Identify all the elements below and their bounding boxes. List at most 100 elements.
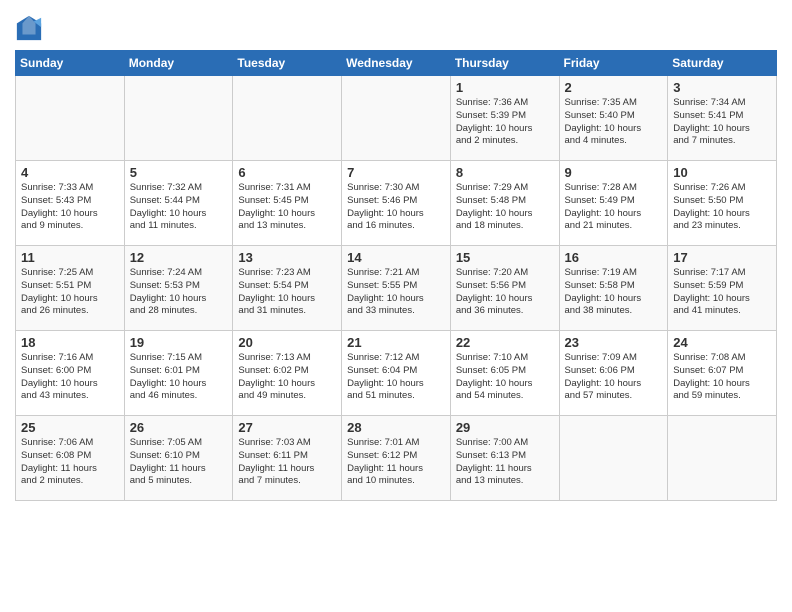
- day-number: 11: [21, 250, 119, 265]
- day-info: Sunrise: 7:24 AM Sunset: 5:53 PM Dayligh…: [130, 267, 228, 318]
- day-info: Sunrise: 7:09 AM Sunset: 6:06 PM Dayligh…: [565, 352, 663, 403]
- calendar-cell: 5 Sunrise: 7:32 AM Sunset: 5:44 PM Daylig…: [124, 161, 233, 246]
- calendar-cell: 21 Sunrise: 7:12 AM Sunset: 6:04 PM Dayli…: [342, 331, 451, 416]
- calendar-cell: 4 Sunrise: 7:33 AM Sunset: 5:43 PM Daylig…: [16, 161, 125, 246]
- calendar-cell: 14 Sunrise: 7:21 AM Sunset: 5:55 PM Dayli…: [342, 246, 451, 331]
- calendar-body: 1 Sunrise: 7:36 AM Sunset: 5:39 PM Daylig…: [16, 76, 777, 501]
- day-number: 15: [456, 250, 554, 265]
- calendar-cell: [342, 76, 451, 161]
- day-number: 3: [673, 80, 771, 95]
- day-info: Sunrise: 7:30 AM Sunset: 5:46 PM Dayligh…: [347, 182, 445, 233]
- day-info: Sunrise: 7:05 AM Sunset: 6:10 PM Dayligh…: [130, 437, 228, 488]
- calendar-cell: 20 Sunrise: 7:13 AM Sunset: 6:02 PM Dayli…: [233, 331, 342, 416]
- day-info: Sunrise: 7:20 AM Sunset: 5:56 PM Dayligh…: [456, 267, 554, 318]
- weekday-header-row: SundayMondayTuesdayWednesdayThursdayFrid…: [16, 51, 777, 76]
- day-number: 28: [347, 420, 445, 435]
- calendar-week-row: 18 Sunrise: 7:16 AM Sunset: 6:00 PM Dayli…: [16, 331, 777, 416]
- day-info: Sunrise: 7:36 AM Sunset: 5:39 PM Dayligh…: [456, 97, 554, 148]
- day-info: Sunrise: 7:03 AM Sunset: 6:11 PM Dayligh…: [238, 437, 336, 488]
- day-info: Sunrise: 7:28 AM Sunset: 5:49 PM Dayligh…: [565, 182, 663, 233]
- calendar-cell: 9 Sunrise: 7:28 AM Sunset: 5:49 PM Daylig…: [559, 161, 668, 246]
- calendar-cell: [124, 76, 233, 161]
- day-number: 10: [673, 165, 771, 180]
- calendar-week-row: 4 Sunrise: 7:33 AM Sunset: 5:43 PM Daylig…: [16, 161, 777, 246]
- day-number: 27: [238, 420, 336, 435]
- day-info: Sunrise: 7:32 AM Sunset: 5:44 PM Dayligh…: [130, 182, 228, 233]
- calendar-cell: 22 Sunrise: 7:10 AM Sunset: 6:05 PM Dayli…: [450, 331, 559, 416]
- weekday-header-friday: Friday: [559, 51, 668, 76]
- weekday-header-thursday: Thursday: [450, 51, 559, 76]
- calendar-cell: 24 Sunrise: 7:08 AM Sunset: 6:07 PM Dayli…: [668, 331, 777, 416]
- calendar-cell: 19 Sunrise: 7:15 AM Sunset: 6:01 PM Dayli…: [124, 331, 233, 416]
- calendar-cell: 27 Sunrise: 7:03 AM Sunset: 6:11 PM Dayli…: [233, 416, 342, 501]
- day-info: Sunrise: 7:17 AM Sunset: 5:59 PM Dayligh…: [673, 267, 771, 318]
- calendar-cell: [559, 416, 668, 501]
- day-info: Sunrise: 7:01 AM Sunset: 6:12 PM Dayligh…: [347, 437, 445, 488]
- calendar-cell: 6 Sunrise: 7:31 AM Sunset: 5:45 PM Daylig…: [233, 161, 342, 246]
- calendar-cell: 10Sunrise: 7:26 AM Sunset: 5:50 PM Dayli…: [668, 161, 777, 246]
- day-number: 26: [130, 420, 228, 435]
- day-number: 22: [456, 335, 554, 350]
- calendar-cell: 18 Sunrise: 7:16 AM Sunset: 6:00 PM Dayli…: [16, 331, 125, 416]
- day-info: Sunrise: 7:31 AM Sunset: 5:45 PM Dayligh…: [238, 182, 336, 233]
- day-info: Sunrise: 7:19 AM Sunset: 5:58 PM Dayligh…: [565, 267, 663, 318]
- day-info: Sunrise: 7:35 AM Sunset: 5:40 PM Dayligh…: [565, 97, 663, 148]
- calendar-cell: 26 Sunrise: 7:05 AM Sunset: 6:10 PM Dayli…: [124, 416, 233, 501]
- day-number: 13: [238, 250, 336, 265]
- day-number: 7: [347, 165, 445, 180]
- day-number: 19: [130, 335, 228, 350]
- day-number: 8: [456, 165, 554, 180]
- calendar-cell: 23 Sunrise: 7:09 AM Sunset: 6:06 PM Dayli…: [559, 331, 668, 416]
- day-number: 17: [673, 250, 771, 265]
- day-info: Sunrise: 7:10 AM Sunset: 6:05 PM Dayligh…: [456, 352, 554, 403]
- calendar-table: SundayMondayTuesdayWednesdayThursdayFrid…: [15, 50, 777, 501]
- day-info: Sunrise: 7:13 AM Sunset: 6:02 PM Dayligh…: [238, 352, 336, 403]
- day-number: 6: [238, 165, 336, 180]
- day-info: Sunrise: 7:06 AM Sunset: 6:08 PM Dayligh…: [21, 437, 119, 488]
- calendar-cell: 1 Sunrise: 7:36 AM Sunset: 5:39 PM Daylig…: [450, 76, 559, 161]
- day-number: 4: [21, 165, 119, 180]
- day-info: Sunrise: 7:16 AM Sunset: 6:00 PM Dayligh…: [21, 352, 119, 403]
- day-number: 18: [21, 335, 119, 350]
- day-info: Sunrise: 7:08 AM Sunset: 6:07 PM Dayligh…: [673, 352, 771, 403]
- day-number: 20: [238, 335, 336, 350]
- day-info: Sunrise: 7:33 AM Sunset: 5:43 PM Dayligh…: [21, 182, 119, 233]
- calendar-cell: 17 Sunrise: 7:17 AM Sunset: 5:59 PM Dayli…: [668, 246, 777, 331]
- day-info: Sunrise: 7:34 AM Sunset: 5:41 PM Dayligh…: [673, 97, 771, 148]
- day-number: 12: [130, 250, 228, 265]
- day-info: Sunrise: 7:00 AM Sunset: 6:13 PM Dayligh…: [456, 437, 554, 488]
- calendar-cell: 2 Sunrise: 7:35 AM Sunset: 5:40 PM Daylig…: [559, 76, 668, 161]
- day-number: 1: [456, 80, 554, 95]
- day-number: 21: [347, 335, 445, 350]
- day-info: Sunrise: 7:23 AM Sunset: 5:54 PM Dayligh…: [238, 267, 336, 318]
- day-info: Sunrise: 7:21 AM Sunset: 5:55 PM Dayligh…: [347, 267, 445, 318]
- day-number: 5: [130, 165, 228, 180]
- calendar-cell: 16 Sunrise: 7:19 AM Sunset: 5:58 PM Dayli…: [559, 246, 668, 331]
- weekday-header-sunday: Sunday: [16, 51, 125, 76]
- weekday-header-monday: Monday: [124, 51, 233, 76]
- calendar-cell: 11Sunrise: 7:25 AM Sunset: 5:51 PM Dayli…: [16, 246, 125, 331]
- day-number: 24: [673, 335, 771, 350]
- calendar-cell: 12 Sunrise: 7:24 AM Sunset: 5:53 PM Dayli…: [124, 246, 233, 331]
- calendar-cell: [233, 76, 342, 161]
- calendar-week-row: 1 Sunrise: 7:36 AM Sunset: 5:39 PM Daylig…: [16, 76, 777, 161]
- calendar-cell: [668, 416, 777, 501]
- day-info: Sunrise: 7:15 AM Sunset: 6:01 PM Dayligh…: [130, 352, 228, 403]
- day-number: 29: [456, 420, 554, 435]
- weekday-header-tuesday: Tuesday: [233, 51, 342, 76]
- calendar-cell: 28 Sunrise: 7:01 AM Sunset: 6:12 PM Dayli…: [342, 416, 451, 501]
- day-info: Sunrise: 7:12 AM Sunset: 6:04 PM Dayligh…: [347, 352, 445, 403]
- calendar-week-row: 25Sunrise: 7:06 AM Sunset: 6:08 PM Dayli…: [16, 416, 777, 501]
- day-number: 23: [565, 335, 663, 350]
- day-number: 16: [565, 250, 663, 265]
- calendar-cell: 8 Sunrise: 7:29 AM Sunset: 5:48 PM Daylig…: [450, 161, 559, 246]
- day-number: 2: [565, 80, 663, 95]
- calendar-cell: 7 Sunrise: 7:30 AM Sunset: 5:46 PM Daylig…: [342, 161, 451, 246]
- day-number: 14: [347, 250, 445, 265]
- calendar-cell: 25Sunrise: 7:06 AM Sunset: 6:08 PM Dayli…: [16, 416, 125, 501]
- day-number: 9: [565, 165, 663, 180]
- calendar-week-row: 11Sunrise: 7:25 AM Sunset: 5:51 PM Dayli…: [16, 246, 777, 331]
- day-info: Sunrise: 7:29 AM Sunset: 5:48 PM Dayligh…: [456, 182, 554, 233]
- weekday-header-wednesday: Wednesday: [342, 51, 451, 76]
- calendar-cell: 15 Sunrise: 7:20 AM Sunset: 5:56 PM Dayli…: [450, 246, 559, 331]
